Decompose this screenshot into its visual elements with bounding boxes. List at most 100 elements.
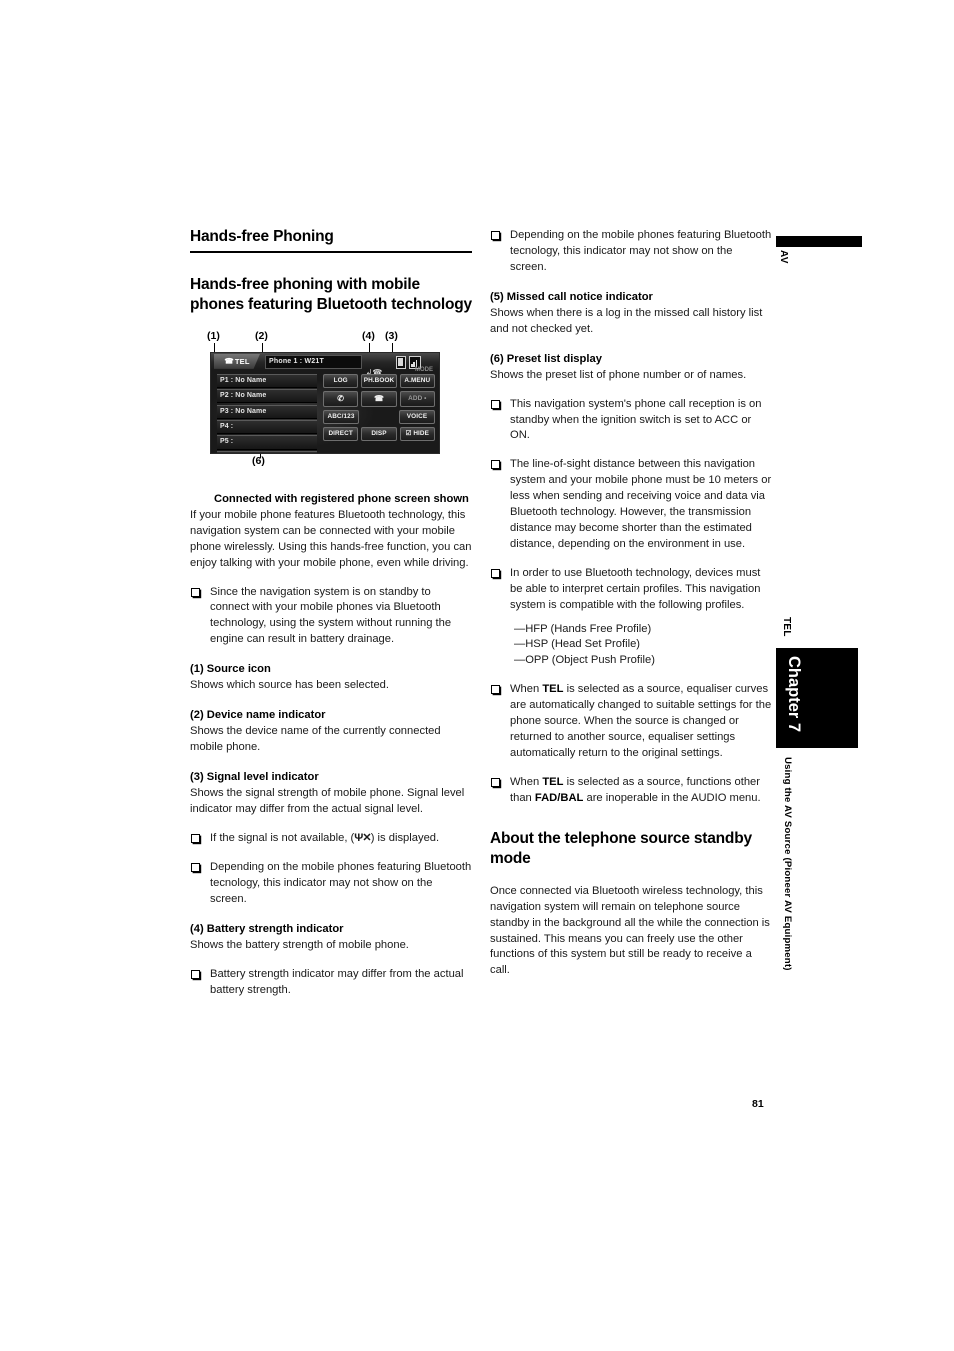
preset-item[interactable]: P1 : No Name xyxy=(217,373,317,388)
chapter-tab-label: Chapter 7 xyxy=(785,656,803,733)
callout-3: (3) xyxy=(385,329,398,342)
note-reception: This navigation system's phone call rece… xyxy=(490,397,772,445)
profile-item: —HSP (Head Set Profile) xyxy=(514,638,641,651)
row3-spacer xyxy=(362,410,396,422)
side-top-bar xyxy=(776,236,862,247)
note-no-signal-pre: If the signal is not available, ( xyxy=(210,832,355,845)
device-button-panel: LOG PH.BOOK A.MENU ✆ ☎ ADD • ABC/123 VOI… xyxy=(323,373,435,444)
running-head: Using the AV Source (Pioneer AV Equipmen… xyxy=(782,757,793,971)
side-label-tel: TEL xyxy=(781,617,792,637)
note-fad-post: are inoperable in the AUDIO menu. xyxy=(583,791,761,804)
side-label-av: AV xyxy=(778,250,789,264)
direct-button[interactable]: DIRECT xyxy=(323,426,359,441)
note-no-signal: If the signal is not available, (Ψ✕) is … xyxy=(190,831,472,847)
button-row-1: LOG PH.BOOK A.MENU xyxy=(323,373,435,388)
profile-list: —HFP (Hands Free Profile) —HSP (Head Set… xyxy=(510,622,772,670)
mode-label: MODE xyxy=(415,366,433,373)
page-number: 81 xyxy=(752,1098,764,1110)
preset-item[interactable]: P3 : No Name xyxy=(217,404,317,419)
callout-1: (1) xyxy=(207,329,220,342)
note-square-icon xyxy=(191,969,200,979)
note-eq-pre: When xyxy=(510,683,543,696)
profile-item: —HFP (Hands Free Profile) xyxy=(514,622,652,635)
callout-6: (6) xyxy=(252,454,265,467)
item-2-body: Shows the device name of the currently c… xyxy=(190,725,441,754)
preset-list-display: P1 : No Name P2 : No Name P3 : No Name P… xyxy=(217,373,317,453)
battery-strength-indicator xyxy=(396,355,406,369)
note-indicator-4: Depending on the mobile phones featuring… xyxy=(490,228,772,276)
item-1-title: (1) Source icon xyxy=(190,663,271,676)
profile-item: —OPP (Object Push Profile) xyxy=(514,654,655,667)
phonebook-button[interactable]: PH.BOOK xyxy=(361,373,397,388)
hangup-button[interactable]: ☎ xyxy=(361,390,397,407)
note-profiles: In order to use Bluetooth technology, de… xyxy=(490,566,772,669)
note-reception-text: This navigation system's phone call rece… xyxy=(510,397,762,442)
device-screen-figure: (1) (2) (4) (3) (5) (6) ☎TEL Pho xyxy=(190,330,472,478)
item-3-title: (3) Signal level indicator xyxy=(190,771,319,784)
note-distance: The line-of-sight distance between this … xyxy=(490,457,772,552)
chapter-tab: Chapter 7 xyxy=(776,648,858,748)
preset-item[interactable]: P6 : xyxy=(217,450,317,453)
preset-item[interactable]: P4 : xyxy=(217,419,317,435)
hide-button[interactable]: ☑ HIDE xyxy=(399,426,435,441)
no-signal-icon: Ψ✕ xyxy=(354,832,371,845)
note-square-icon xyxy=(191,834,200,844)
note-fad-tel: TEL xyxy=(542,775,564,788)
source-icon-label: TEL xyxy=(234,356,250,366)
button-row-4: DIRECT DISP ☑ HIDE xyxy=(323,426,435,441)
disp-button[interactable]: DISP xyxy=(361,426,397,441)
note-standby: Since the navigation system is on standb… xyxy=(190,585,472,649)
title-rule xyxy=(190,250,472,253)
item-4-title: (4) Battery strength indicator xyxy=(190,922,344,935)
document-page: Hands-free Phoning Hands-free phoning wi… xyxy=(0,0,954,1351)
navigation-device-screen: ☎TEL Phone 1 : W21T ↲☎ MODE P1 : No Name… xyxy=(210,351,440,454)
section-heading: Hands-free phoning with mobile phones fe… xyxy=(190,275,472,314)
call-button[interactable]: ✆ xyxy=(323,390,359,407)
preset-item[interactable]: P5 : xyxy=(217,435,317,450)
note-square-icon xyxy=(191,587,200,597)
figure-caption: Connected with registered phone screen s… xyxy=(214,492,469,505)
note-fad-bal: FAD/BAL xyxy=(534,791,584,804)
note-no-signal-post: ) is displayed. xyxy=(370,832,440,845)
log-button[interactable]: LOG xyxy=(323,373,359,388)
item-5-body: Shows when there is a log in the missed … xyxy=(490,306,763,335)
standby-mode-body: Once connected via Bluetooth wireless te… xyxy=(490,884,770,977)
preset-item[interactable]: P2 : No Name xyxy=(217,389,317,404)
intro-paragraph: If your mobile phone features Bluetooth … xyxy=(190,508,472,569)
page-title: Hands-free Phoning xyxy=(190,228,334,245)
note-square-icon xyxy=(491,568,500,578)
right-column: Depending on the mobile phones featuring… xyxy=(490,228,772,979)
item-6-body: Shows the preset list of phone number or… xyxy=(490,368,747,381)
note-square-icon xyxy=(191,862,200,872)
item-5-title: (5) Missed call notice indicator xyxy=(490,290,653,303)
section-heading-2: About the telephone source standby mode xyxy=(490,829,752,868)
callout-4: (4) xyxy=(362,329,375,342)
note-square-icon xyxy=(491,399,500,409)
note-battery-text: Battery strength indicator may differ fr… xyxy=(210,967,464,996)
item-4-body: Shows the battery strength of mobile pho… xyxy=(190,938,409,951)
button-row-3: ABC/123 VOICE xyxy=(323,409,435,424)
note-fadbal: When TEL is selected as a source, functi… xyxy=(490,775,772,807)
note-fad-pre: When xyxy=(510,775,543,788)
add-button[interactable]: ADD • xyxy=(399,390,435,407)
voice-button[interactable]: VOICE xyxy=(399,409,435,424)
note-indicator-4-text: Depending on the mobile phones featuring… xyxy=(510,229,772,273)
item-1-body: Shows which source has been selected. xyxy=(190,679,390,692)
phone-glyph-icon: ☎ xyxy=(224,356,234,366)
amenu-button[interactable]: A.MENU xyxy=(399,373,435,388)
note-equaliser: When TEL is selected as a source, equali… xyxy=(490,682,772,762)
source-icon[interactable]: ☎TEL xyxy=(214,353,260,369)
note-square-icon xyxy=(491,777,500,787)
button-row-2: ✆ ☎ ADD • xyxy=(323,390,435,407)
note-eq-tel: TEL xyxy=(542,683,564,696)
abc123-button[interactable]: ABC/123 xyxy=(323,409,359,424)
note-standby-text: Since the navigation system is on standb… xyxy=(210,585,452,646)
note-indicator-3-text: Depending on the mobile phones featuring… xyxy=(210,860,472,905)
note-profiles-text: In order to use Bluetooth technology, de… xyxy=(510,566,761,611)
note-square-icon xyxy=(491,460,500,470)
note-square-icon xyxy=(491,231,500,240)
callout-2: (2) xyxy=(255,329,268,342)
note-distance-text: The line-of-sight distance between this … xyxy=(510,458,772,550)
note-indicator-3: Depending on the mobile phones featuring… xyxy=(190,860,472,908)
item-6-title: (6) Preset list display xyxy=(490,352,602,365)
